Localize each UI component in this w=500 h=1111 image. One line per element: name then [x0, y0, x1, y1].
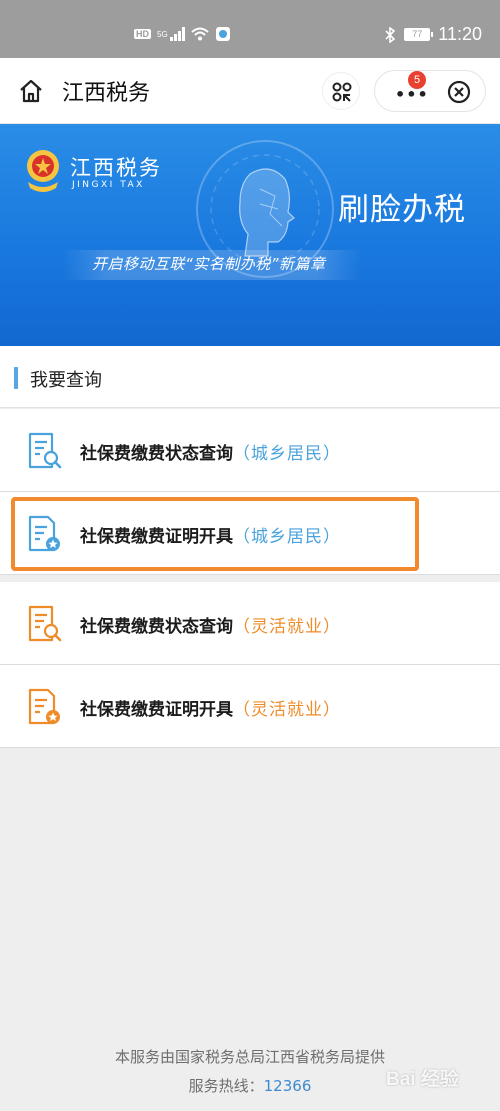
- document-search-icon: [28, 432, 62, 469]
- notification-badge: 5: [408, 71, 426, 89]
- divider: [0, 574, 500, 575]
- section-accent-bar: [14, 367, 18, 389]
- list-item-certificate-flexible[interactable]: 社保费缴费证明开具（灵活就业）: [0, 665, 500, 747]
- mini-program-capsule: ••• 5: [374, 70, 486, 112]
- banner-subline: 开启移动互联“实名制办税”新篇章: [92, 255, 326, 273]
- close-icon[interactable]: [447, 80, 471, 104]
- document-search-icon: [28, 605, 62, 642]
- battery-icon: 77: [404, 28, 434, 41]
- list-item-tag: （灵活就业）: [233, 617, 341, 637]
- list-item-status-query-flexible[interactable]: 社保费缴费状态查询（灵活就业）: [0, 582, 500, 664]
- title-bar: 江西税务 ••• 5: [0, 58, 500, 124]
- section-header: 我要查询: [0, 346, 500, 408]
- banner-logo-english: JINGXI TAX: [72, 180, 145, 190]
- wifi-icon: [191, 27, 209, 41]
- list-item-label: 社保费缴费证明开具（灵活就业）: [80, 700, 341, 720]
- banner[interactable]: 江西税务 JINGXI TAX 刷脸办税 开启移动互联“实名制办税”新篇章: [0, 124, 500, 346]
- list-item-tag: （灵活就业）: [233, 700, 341, 720]
- list-item-label: 社保费缴费状态查询（城乡居民）: [80, 444, 341, 464]
- highlight-frame: [11, 497, 419, 571]
- list-item-label: 社保费缴费状态查询（灵活就业）: [80, 617, 341, 637]
- status-bar: HD 5G 77 11:20: [0, 0, 500, 58]
- page-title: 江西税务: [62, 81, 151, 106]
- bluetooth-icon: [385, 26, 396, 43]
- list-item-status-query-urban-rural[interactable]: 社保费缴费状态查询（城乡居民）: [0, 409, 500, 491]
- status-right: 77 11:20: [384, 24, 482, 45]
- baidu-watermark: Bai 经验: [386, 1069, 459, 1090]
- hotline-label: 服务热线：: [188, 1077, 264, 1095]
- scan-button[interactable]: [322, 72, 360, 110]
- hotline-number[interactable]: 12366: [264, 1077, 312, 1095]
- home-icon[interactable]: [18, 78, 44, 104]
- network-type: 5G: [157, 29, 168, 39]
- scan-icon: [332, 82, 352, 102]
- app-notification-icon: [215, 27, 230, 41]
- banner-headline: 刷脸办税: [338, 192, 466, 228]
- hd-badge: HD: [134, 29, 151, 39]
- divider: [0, 747, 500, 748]
- clock: 11:20: [438, 24, 482, 44]
- banner-logo-text: 江西税务: [70, 156, 162, 180]
- list-item-tag: （城乡居民）: [233, 444, 341, 464]
- status-icons: HD 5G: [134, 26, 231, 42]
- document-certificate-icon: [28, 688, 60, 725]
- signal-icon: [169, 27, 185, 41]
- section-title: 我要查询: [30, 370, 102, 391]
- tax-emblem-icon: [27, 150, 59, 192]
